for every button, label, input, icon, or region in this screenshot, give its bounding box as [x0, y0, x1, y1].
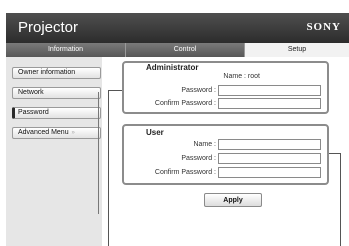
connector-line: [108, 90, 122, 91]
user-panel: User Name : Password : Confirm Password …: [122, 124, 329, 185]
projector-web-app: Projector SONY Information Control Setup…: [0, 0, 349, 246]
header-bar: Projector SONY: [6, 13, 349, 43]
administrator-panel: Administrator Name : root Password : Con…: [122, 61, 329, 114]
administrator-name-label: Name : root: [223, 73, 260, 80]
sidebar-item-label: Advanced Menu: [18, 129, 69, 136]
double-chevron-down-icon: »: [71, 130, 75, 136]
connector-line: [108, 90, 109, 246]
sidebar-item-label: Owner information: [18, 69, 76, 76]
administrator-password-label: Password :: [181, 87, 216, 94]
user-confirm-password-label: Confirm Password :: [154, 169, 216, 176]
user-confirm-password-input[interactable]: [218, 167, 321, 178]
apply-button[interactable]: Apply: [204, 193, 262, 207]
tab-setup[interactable]: Setup: [245, 43, 349, 57]
user-password-input[interactable]: [218, 153, 321, 164]
sidebar-item-label: Network: [18, 89, 44, 96]
sidebar-item-password[interactable]: Password: [12, 107, 101, 119]
administrator-confirm-password-input[interactable]: [218, 98, 321, 109]
user-name-label: Name :: [193, 141, 216, 148]
tab-control[interactable]: Control: [126, 43, 245, 57]
app-title: Projector: [18, 19, 79, 36]
user-password-label: Password :: [181, 155, 216, 162]
administrator-confirm-password-label: Confirm Password :: [154, 100, 216, 107]
user-name-input[interactable]: [218, 139, 321, 150]
sidebar-item-owner-information[interactable]: Owner information: [12, 67, 101, 79]
user-title: User: [146, 128, 164, 137]
sidebar-item-label: Password: [18, 109, 49, 116]
administrator-title: Administrator: [146, 63, 199, 72]
sidebar-divider: [98, 92, 99, 214]
sidebar: Owner information Network Password Advan…: [6, 57, 102, 246]
tab-information[interactable]: Information: [6, 43, 126, 57]
connector-line: [340, 153, 341, 246]
sidebar-item-advanced-menu[interactable]: Advanced Menu »: [12, 127, 101, 139]
brand-logo: SONY: [306, 21, 341, 33]
tab-bar: Information Control Setup: [6, 43, 349, 57]
administrator-password-input[interactable]: [218, 85, 321, 96]
sidebar-item-network[interactable]: Network: [12, 87, 101, 99]
